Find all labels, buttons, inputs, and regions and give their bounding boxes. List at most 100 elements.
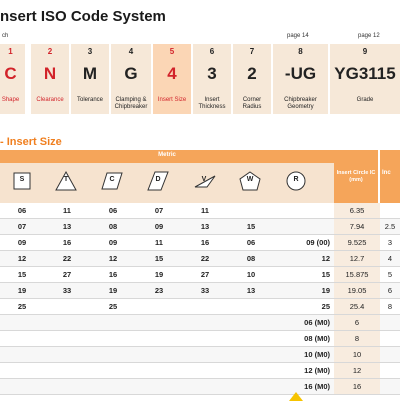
table-cell [380, 379, 400, 394]
code-letter: YG3115 [334, 64, 396, 83]
table-cell: 19 [154, 270, 164, 279]
table-cell [274, 219, 334, 234]
table-cell [44, 379, 90, 394]
table-cell [44, 331, 90, 346]
code-box-5: 5 4 Insert Size [153, 44, 191, 114]
table-cell [44, 315, 90, 330]
table-row: 06 (M0) 6 [0, 315, 400, 331]
table-cell [182, 363, 228, 378]
shape-label: C [109, 176, 115, 183]
code-number: 3 [87, 47, 93, 56]
table-cell [182, 379, 228, 394]
table-cell: 12 [108, 254, 118, 263]
table-cell: 16 [200, 238, 210, 247]
code-box-4: 4 G Clamping & Chipbreaker [111, 44, 151, 114]
table-cell: 12.7 [334, 251, 380, 266]
table-cell: 16 [62, 238, 72, 247]
table-cell: 8 [334, 331, 380, 346]
shape-label: W [246, 176, 254, 183]
code-caption: Insert Thickness [198, 97, 226, 110]
code-caption: Corner Radius [242, 97, 262, 110]
code-caption: Insert Size [157, 97, 187, 103]
code-box-7: 7 2 Corner Radius [233, 44, 271, 114]
table-cell [136, 299, 182, 314]
table-cell: 2.5 [384, 222, 396, 231]
table-cell: 12 [334, 363, 380, 378]
code-letter: -UG [284, 64, 317, 83]
code-caption: Grade [356, 97, 374, 103]
inch-header: Inc [380, 150, 400, 203]
section-ref-label: ch [2, 33, 9, 39]
metric-header: Metric [0, 150, 334, 163]
code-letter: 4 [167, 64, 177, 83]
code-number: 5 [169, 47, 175, 56]
code-box-8: 8 -UG Chipbreaker Geometry [273, 44, 328, 114]
table-cell [380, 347, 400, 362]
table-cell: 4 [387, 254, 393, 263]
code-number: 2 [47, 47, 53, 56]
table-cell: 13 [200, 222, 210, 231]
table-row: 15 27 16 19 27 10 15 15.875 5 [0, 267, 400, 283]
table-cell: 11 [155, 238, 163, 247]
table-cell: 09 (00) [306, 238, 330, 247]
table-cell: 5 [387, 270, 393, 279]
table-cell: 7.94 [334, 219, 380, 234]
table-cell: 09 [108, 238, 118, 247]
metric-label: Metric [158, 152, 176, 158]
table-row: 12 22 12 15 22 08 12 12.7 4 [0, 251, 400, 267]
table-cell [228, 379, 274, 394]
ic-header-label: Insert Circle IC (mm) [336, 170, 376, 183]
table-row: 25 25 25 25.4 8 [0, 299, 400, 315]
code-caption: Clamping & Chipbreaker [114, 97, 148, 110]
table-cell: 10 [246, 270, 256, 279]
table-cell: 13 [62, 222, 72, 231]
table-cell: 15 [17, 270, 27, 279]
shape-label: R [293, 176, 299, 183]
table-cell [182, 331, 228, 346]
table-cell: 06 (M0) [304, 318, 330, 327]
code-letter: C [4, 64, 17, 83]
table-cell [228, 203, 274, 218]
code-letter: 2 [247, 64, 257, 83]
table-cell: 9.525 [334, 235, 380, 250]
code-box-6: 6 3 Insert Thickness [193, 44, 231, 114]
shape-c-icon: C [90, 167, 134, 201]
table-cell [380, 315, 400, 330]
table-cell [90, 379, 136, 394]
table-cell: 19 [108, 286, 118, 295]
code-number: 1 [8, 47, 13, 56]
table-cell [0, 379, 44, 394]
table-cell: 27 [200, 270, 210, 279]
table-cell: 19 [17, 286, 27, 295]
table-cell: 08 (M0) [304, 334, 330, 343]
code-box-9: 9 YG3115 Grade [330, 44, 400, 114]
section-title: - Insert Size [0, 136, 62, 148]
page-ref-grade: page 12 [358, 33, 380, 39]
table-cell: 8 [387, 302, 393, 311]
table-cell: 12 (M0) [304, 366, 330, 375]
shape-v-icon: V [182, 167, 226, 201]
shape-label: V [201, 176, 207, 183]
code-caption: Shape [1, 97, 20, 103]
table-cell: 3 [387, 238, 393, 247]
table-cell: 25 [17, 302, 27, 311]
table-cell: 07 [154, 206, 164, 215]
code-letter: M [82, 64, 98, 83]
table-cell: 07 [17, 222, 27, 231]
table-cell: 08 [108, 222, 118, 231]
table-cell [90, 347, 136, 362]
code-caption: Tolerance [76, 97, 103, 103]
page-title: nsert ISO Code System [0, 8, 166, 25]
shape-w-icon: W [228, 167, 272, 201]
code-letter: G [124, 64, 138, 83]
table-row: 16 (M0) 16 [0, 379, 400, 395]
table-cell [380, 363, 400, 378]
table-cell: 33 [62, 286, 72, 295]
table-cell: 15.875 [334, 267, 380, 282]
table-cell: 15 [246, 222, 256, 231]
shape-label: S [19, 176, 25, 183]
shape-icon-row: STCDVWR [0, 163, 334, 203]
code-number: 8 [298, 47, 303, 56]
table-cell [136, 331, 182, 346]
table-cell: 09 [17, 238, 27, 247]
